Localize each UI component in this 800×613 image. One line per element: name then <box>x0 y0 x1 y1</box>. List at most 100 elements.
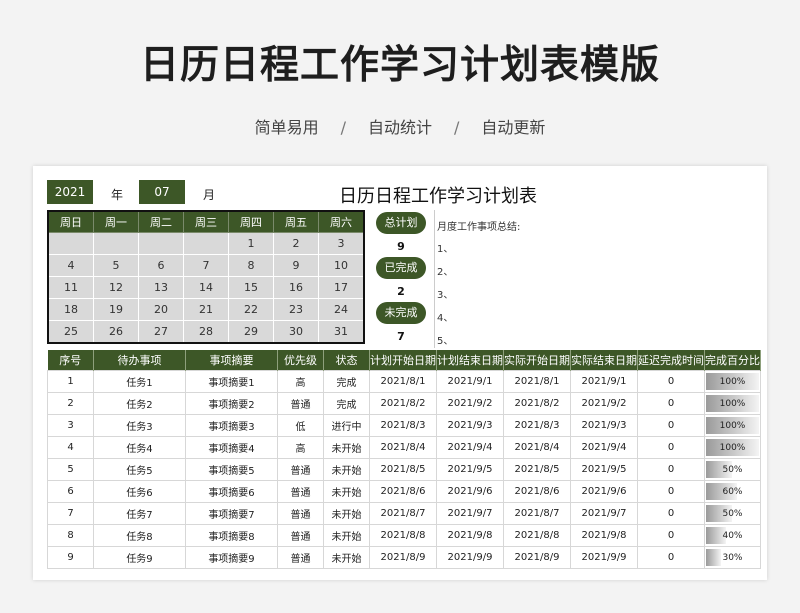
row-number[interactable]: 5 <box>47 458 94 481</box>
task-name[interactable]: 任务2 <box>93 392 186 415</box>
priority-cell[interactable]: 低 <box>277 414 324 437</box>
actual-end-date[interactable]: 2021/9/4 <box>570 436 638 459</box>
summary-line[interactable]: 3、 <box>437 286 453 301</box>
summary-line[interactable]: 2、 <box>437 263 453 278</box>
calendar-day[interactable]: 31 <box>318 320 365 344</box>
plan-end-date[interactable]: 2021/9/5 <box>436 458 504 481</box>
plan-start-date[interactable]: 2021/8/7 <box>369 502 437 525</box>
status-cell[interactable]: 未开始 <box>323 436 370 459</box>
actual-start-date[interactable]: 2021/8/2 <box>503 392 571 415</box>
calendar-day[interactable]: 13 <box>138 276 184 299</box>
task-name[interactable]: 任务3 <box>93 414 186 437</box>
task-name[interactable]: 任务8 <box>93 524 186 547</box>
calendar-day[interactable]: 10 <box>318 254 365 277</box>
delay-time[interactable]: 0 <box>637 546 705 569</box>
calendar-day[interactable] <box>93 232 139 255</box>
year-input[interactable]: 2021 <box>47 180 93 204</box>
plan-start-date[interactable]: 2021/8/4 <box>369 436 437 459</box>
calendar-day[interactable] <box>138 232 184 255</box>
row-number[interactable]: 6 <box>47 480 94 503</box>
task-summary[interactable]: 事项摘要3 <box>185 414 278 437</box>
row-number[interactable]: 7 <box>47 502 94 525</box>
task-summary[interactable]: 事项摘要7 <box>185 502 278 525</box>
progress-cell[interactable]: 100% <box>704 436 761 459</box>
actual-end-date[interactable]: 2021/9/7 <box>570 502 638 525</box>
calendar-day[interactable]: 6 <box>138 254 184 277</box>
actual-end-date[interactable]: 2021/9/9 <box>570 546 638 569</box>
delay-time[interactable]: 0 <box>637 392 705 415</box>
actual-start-date[interactable]: 2021/8/4 <box>503 436 571 459</box>
plan-end-date[interactable]: 2021/9/3 <box>436 414 504 437</box>
row-number[interactable]: 1 <box>47 370 94 393</box>
plan-end-date[interactable]: 2021/9/7 <box>436 502 504 525</box>
plan-start-date[interactable]: 2021/8/1 <box>369 370 437 393</box>
calendar-day[interactable]: 20 <box>138 298 184 321</box>
priority-cell[interactable]: 普通 <box>277 480 324 503</box>
priority-cell[interactable]: 普通 <box>277 392 324 415</box>
priority-cell[interactable]: 普通 <box>277 524 324 547</box>
task-name[interactable]: 任务4 <box>93 436 186 459</box>
plan-end-date[interactable]: 2021/9/6 <box>436 480 504 503</box>
calendar-day[interactable]: 2 <box>273 232 319 255</box>
plan-end-date[interactable]: 2021/9/4 <box>436 436 504 459</box>
calendar-day[interactable]: 22 <box>228 298 274 321</box>
calendar-day[interactable]: 5 <box>93 254 139 277</box>
progress-cell[interactable]: 100% <box>704 370 761 393</box>
calendar-day[interactable]: 29 <box>228 320 274 344</box>
status-cell[interactable]: 未开始 <box>323 480 370 503</box>
status-cell[interactable]: 进行中 <box>323 414 370 437</box>
task-name[interactable]: 任务9 <box>93 546 186 569</box>
summary-line[interactable]: 4、 <box>437 309 453 324</box>
progress-cell[interactable]: 30% <box>704 546 761 569</box>
task-summary[interactable]: 事项摘要5 <box>185 458 278 481</box>
actual-start-date[interactable]: 2021/8/5 <box>503 458 571 481</box>
calendar-day[interactable]: 16 <box>273 276 319 299</box>
priority-cell[interactable]: 普通 <box>277 546 324 569</box>
plan-end-date[interactable]: 2021/9/9 <box>436 546 504 569</box>
delay-time[interactable]: 0 <box>637 480 705 503</box>
actual-end-date[interactable]: 2021/9/1 <box>570 370 638 393</box>
actual-end-date[interactable]: 2021/9/6 <box>570 480 638 503</box>
calendar-day[interactable]: 28 <box>183 320 229 344</box>
calendar-day[interactable]: 9 <box>273 254 319 277</box>
delay-time[interactable]: 0 <box>637 436 705 459</box>
priority-cell[interactable]: 普通 <box>277 458 324 481</box>
delay-time[interactable]: 0 <box>637 414 705 437</box>
calendar-day[interactable]: 24 <box>318 298 365 321</box>
delay-time[interactable]: 0 <box>637 524 705 547</box>
calendar-day[interactable]: 1 <box>228 232 274 255</box>
task-summary[interactable]: 事项摘要8 <box>185 524 278 547</box>
calendar-day[interactable] <box>47 232 94 255</box>
plan-start-date[interactable]: 2021/8/2 <box>369 392 437 415</box>
row-number[interactable]: 8 <box>47 524 94 547</box>
progress-cell[interactable]: 100% <box>704 414 761 437</box>
task-summary[interactable]: 事项摘要9 <box>185 546 278 569</box>
calendar-day[interactable] <box>183 232 229 255</box>
calendar-day[interactable]: 27 <box>138 320 184 344</box>
actual-start-date[interactable]: 2021/8/8 <box>503 524 571 547</box>
task-summary[interactable]: 事项摘要4 <box>185 436 278 459</box>
calendar-day[interactable]: 21 <box>183 298 229 321</box>
progress-cell[interactable]: 50% <box>704 502 761 525</box>
plan-end-date[interactable]: 2021/9/1 <box>436 370 504 393</box>
calendar-day[interactable]: 30 <box>273 320 319 344</box>
row-number[interactable]: 4 <box>47 436 94 459</box>
delay-time[interactable]: 0 <box>637 370 705 393</box>
task-name[interactable]: 任务7 <box>93 502 186 525</box>
task-name[interactable]: 任务5 <box>93 458 186 481</box>
progress-cell[interactable]: 40% <box>704 524 761 547</box>
actual-end-date[interactable]: 2021/9/8 <box>570 524 638 547</box>
calendar-day[interactable]: 17 <box>318 276 365 299</box>
task-name[interactable]: 任务1 <box>93 370 186 393</box>
row-number[interactable]: 3 <box>47 414 94 437</box>
actual-end-date[interactable]: 2021/9/2 <box>570 392 638 415</box>
actual-end-date[interactable]: 2021/9/5 <box>570 458 638 481</box>
row-number[interactable]: 9 <box>47 546 94 569</box>
calendar-day[interactable]: 8 <box>228 254 274 277</box>
summary-line[interactable]: 1、 <box>437 240 453 255</box>
task-name[interactable]: 任务6 <box>93 480 186 503</box>
actual-start-date[interactable]: 2021/8/3 <box>503 414 571 437</box>
calendar-day[interactable]: 14 <box>183 276 229 299</box>
actual-start-date[interactable]: 2021/8/1 <box>503 370 571 393</box>
task-summary[interactable]: 事项摘要1 <box>185 370 278 393</box>
